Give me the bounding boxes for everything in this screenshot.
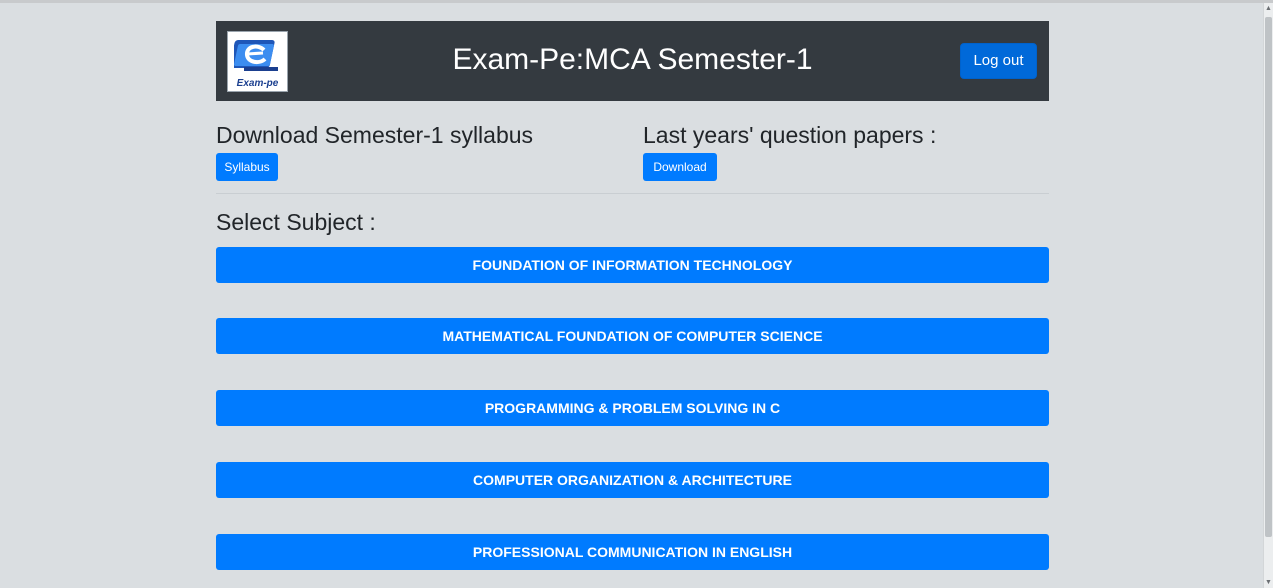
section-divider: [216, 193, 1049, 194]
vertical-scrollbar[interactable]: ▲ ▼: [1263, 3, 1273, 588]
scroll-down-icon[interactable]: ▼: [1264, 578, 1273, 587]
page-container: Exam-pe Exam-Pe:MCA Semester-1 Log out: [216, 21, 1049, 101]
subject-button-math-foundation-cs[interactable]: MATHEMATICAL FOUNDATION OF COMPUTER SCIE…: [216, 318, 1049, 354]
syllabus-heading: Download Semester-1 syllabus: [216, 122, 534, 148]
scrollbar-thumb[interactable]: [1265, 17, 1272, 537]
subject-button-professional-communication[interactable]: PROFESSIONAL COMMUNICATION IN ENGLISH: [216, 534, 1049, 570]
download-papers-button[interactable]: Download: [643, 153, 717, 181]
question-papers-heading: Last years' question papers :: [643, 122, 937, 148]
syllabus-button[interactable]: Syllabus: [216, 153, 278, 181]
scroll-up-icon[interactable]: ▲: [1264, 4, 1273, 13]
page-title: Exam-Pe:MCA Semester-1: [452, 43, 813, 76]
logout-button[interactable]: Log out: [960, 43, 1037, 79]
site-header: Exam-pe Exam-Pe:MCA Semester-1 Log out: [216, 21, 1049, 101]
window-top-border: [0, 0, 1273, 3]
select-subject-heading: Select Subject :: [216, 209, 376, 235]
subject-button-programming-c[interactable]: PROGRAMMING & PROBLEM SOLVING IN C: [216, 390, 1049, 426]
subject-button-computer-organization[interactable]: COMPUTER ORGANIZATION & ARCHITECTURE: [216, 462, 1049, 498]
subject-button-foundation-it[interactable]: FOUNDATION OF INFORMATION TECHNOLOGY: [216, 247, 1049, 283]
